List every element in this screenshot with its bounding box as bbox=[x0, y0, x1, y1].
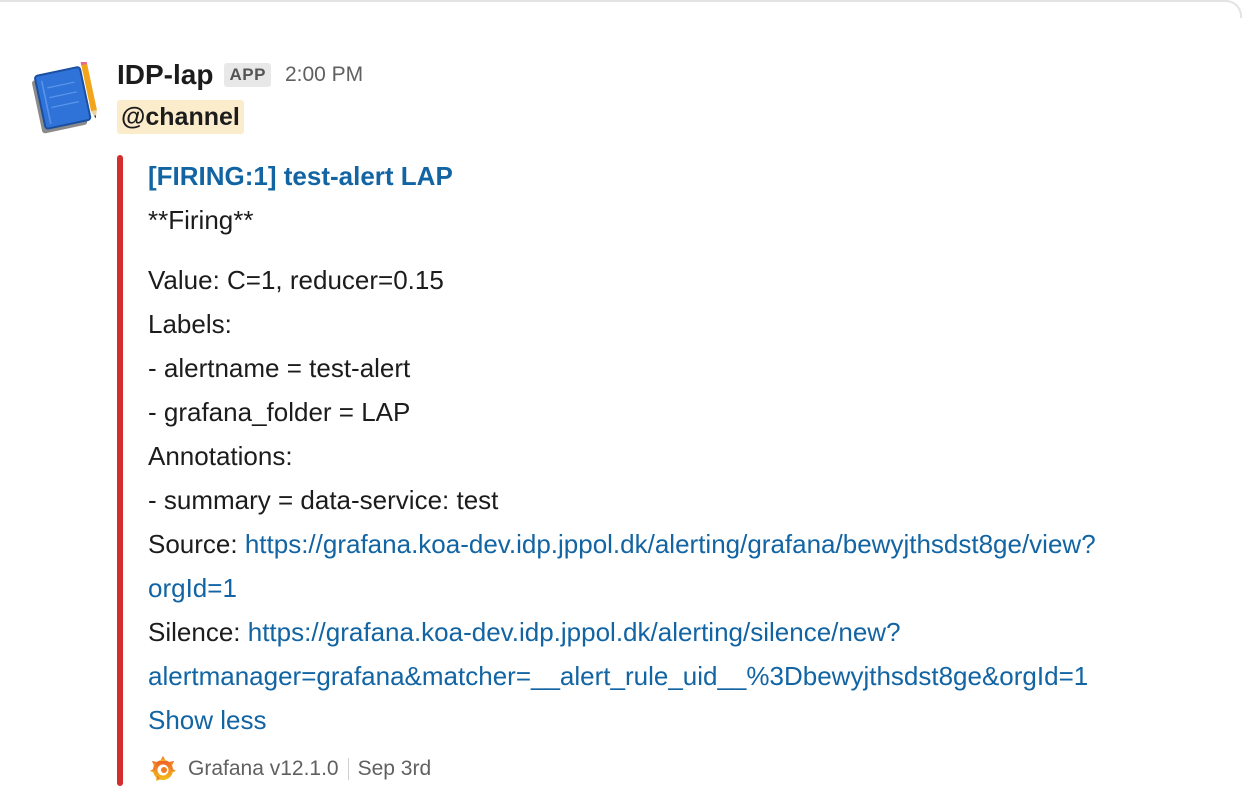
silence-url-link-continued[interactable]: alertmanager=grafana&matcher=__alert_rul… bbox=[148, 661, 1088, 691]
alert-value-line: Value: C=1, reducer=0.15 bbox=[148, 265, 444, 295]
footer-app-name: Grafana v12.1.0 bbox=[188, 757, 339, 780]
silence-url-link[interactable]: https://grafana.koa-dev.idp.jppol.dk/ale… bbox=[248, 617, 901, 647]
silence-label: Silence: bbox=[148, 617, 241, 647]
message-timestamp[interactable]: 2:00 PM bbox=[285, 63, 363, 87]
silence-url-continued: alertmanager=grafana&matcher=__alert_rul… bbox=[148, 654, 1088, 698]
annotation-summary: - summary = data-service: test bbox=[148, 485, 499, 515]
alert-status-line: **Firing** bbox=[148, 205, 254, 235]
source-line: Source: https://grafana.koa-dev.idp.jppo… bbox=[148, 522, 1096, 566]
attachment-footer: Grafana v12.1.0 Sep 3rd bbox=[148, 752, 431, 786]
alert-color-bar bbox=[117, 155, 123, 786]
source-url-link-continued[interactable]: orgId=1 bbox=[148, 573, 237, 603]
notebook-icon bbox=[32, 59, 97, 134]
source-url-link[interactable]: https://grafana.koa-dev.idp.jppol.dk/ale… bbox=[245, 529, 1096, 559]
message-header: IDP-lap APP 2:00 PM bbox=[117, 56, 363, 94]
labels-heading: Labels: bbox=[148, 309, 232, 339]
footer-divider bbox=[347, 758, 349, 780]
channel-mention[interactable]: @channel bbox=[117, 100, 244, 134]
label-grafana-folder: - grafana_folder = LAP bbox=[148, 397, 411, 427]
slack-message: IDP-lap APP 2:00 PM @channel [FIRING:1] … bbox=[0, 0, 1254, 796]
annotations-heading: Annotations: bbox=[148, 441, 293, 471]
source-url-continued: orgId=1 bbox=[148, 566, 237, 610]
footer-date[interactable]: Sep 3rd bbox=[358, 757, 432, 781]
source-label: Source: bbox=[148, 529, 238, 559]
sender-name[interactable]: IDP-lap bbox=[117, 59, 213, 91]
label-alertname: - alertname = test-alert bbox=[148, 353, 411, 383]
grafana-icon bbox=[150, 756, 176, 781]
bot-avatar[interactable] bbox=[30, 59, 104, 136]
silence-line: Silence: https://grafana.koa-dev.idp.jpp… bbox=[148, 610, 901, 654]
alert-title-link[interactable]: [FIRING:1] test-alert LAP bbox=[148, 154, 453, 198]
app-badge: APP bbox=[224, 63, 271, 87]
show-less-button[interactable]: Show less bbox=[148, 698, 267, 742]
